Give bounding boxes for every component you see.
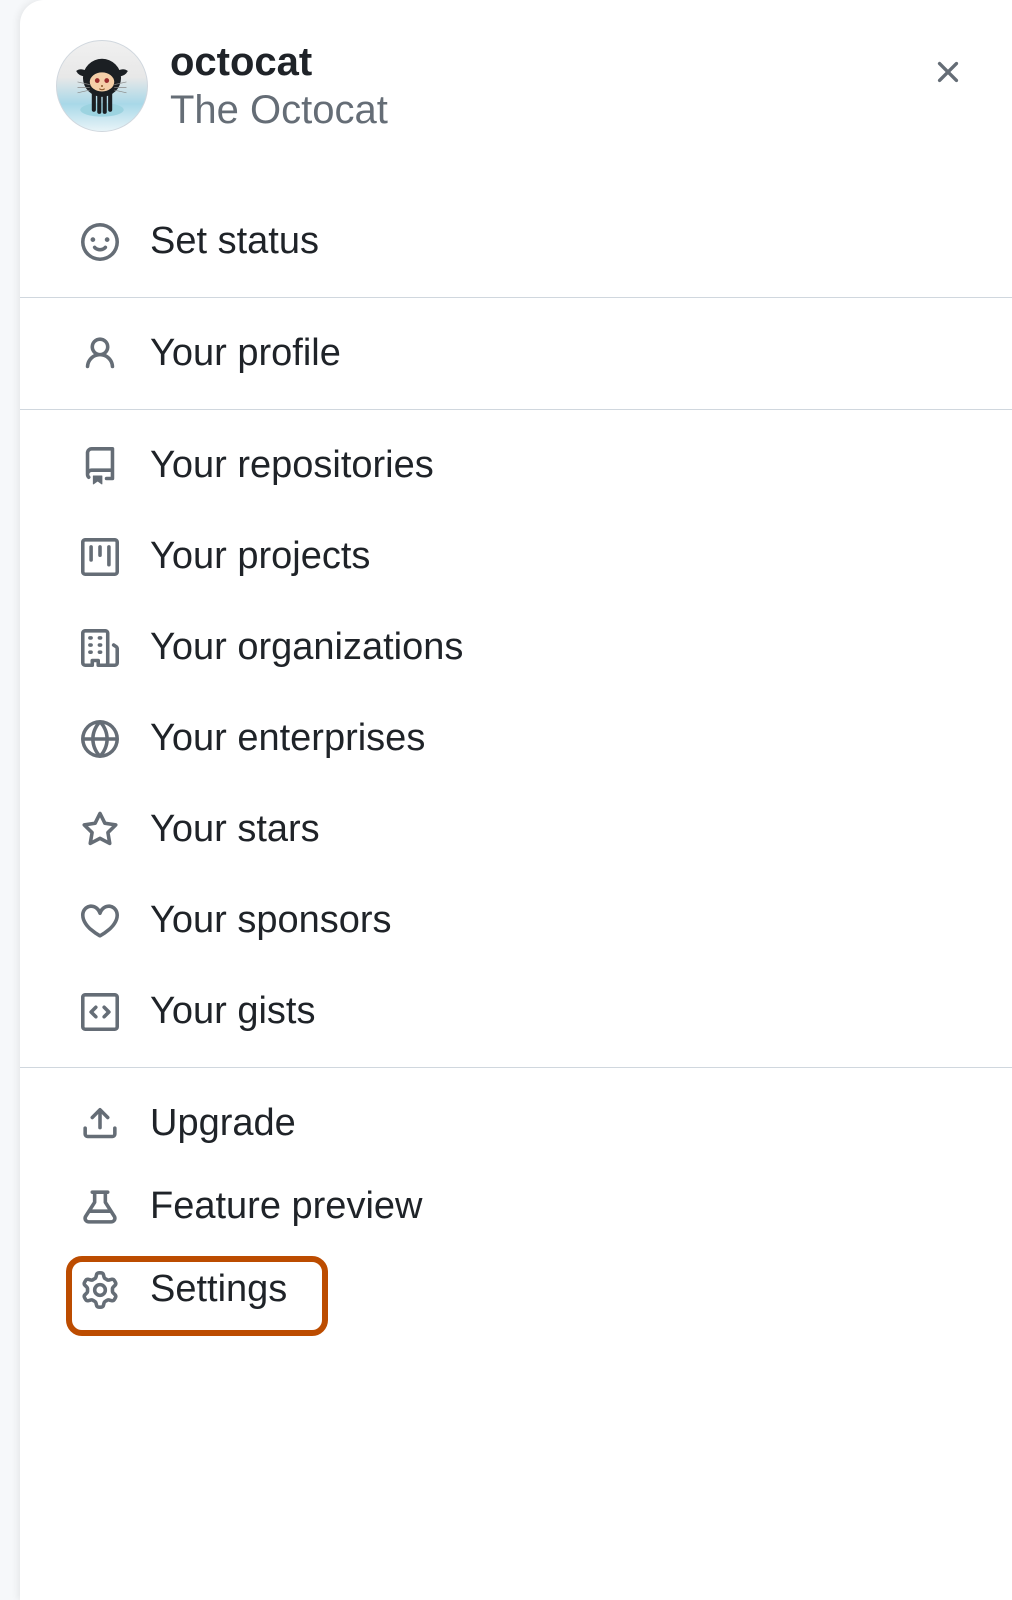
menu-label: Your organizations	[150, 626, 463, 669]
menu-item-upgrade[interactable]: Upgrade	[20, 1082, 1012, 1165]
menu-item-your-gists[interactable]: Your gists	[20, 966, 1012, 1057]
user-menu-panel: octocat The Octocat Set status Your prof…	[20, 0, 1012, 1600]
menu-item-your-organizations[interactable]: Your organizations	[20, 602, 1012, 693]
menu-item-your-profile[interactable]: Your profile	[20, 308, 1012, 399]
smiley-icon	[80, 222, 120, 262]
repo-icon	[80, 446, 120, 486]
beaker-icon	[80, 1187, 120, 1227]
menu-label: Settings	[150, 1268, 287, 1311]
code-square-icon	[80, 992, 120, 1032]
username: octocat	[170, 38, 388, 86]
menu-label: Set status	[150, 220, 319, 263]
menu-label: Your projects	[150, 535, 370, 578]
menu-item-your-projects[interactable]: Your projects	[20, 511, 1012, 602]
menu-label: Upgrade	[150, 1102, 296, 1145]
section-your-items: Your repositories Your projects Your org…	[20, 410, 1012, 1067]
project-icon	[80, 537, 120, 577]
close-icon	[930, 54, 966, 90]
gear-icon	[80, 1270, 120, 1310]
avatar[interactable]	[56, 40, 148, 132]
menu-label: Your profile	[150, 332, 341, 375]
globe-icon	[80, 719, 120, 759]
heart-icon	[80, 901, 120, 941]
user-info: octocat The Octocat	[170, 38, 388, 134]
menu-item-settings[interactable]: Settings	[20, 1248, 1012, 1331]
displayname: The Octocat	[170, 86, 388, 134]
menu-item-your-stars[interactable]: Your stars	[20, 784, 1012, 875]
menu-item-feature-preview[interactable]: Feature preview	[20, 1165, 1012, 1248]
menu-item-your-sponsors[interactable]: Your sponsors	[20, 875, 1012, 966]
person-icon	[80, 334, 120, 374]
menu-item-your-repositories[interactable]: Your repositories	[20, 420, 1012, 511]
menu-item-your-enterprises[interactable]: Your enterprises	[20, 693, 1012, 784]
menu-item-set-status[interactable]: Set status	[20, 196, 1012, 287]
menu-label: Your stars	[150, 808, 320, 851]
menu-label: Feature preview	[150, 1185, 422, 1228]
section-profile: Your profile	[20, 298, 1012, 409]
octocat-avatar-icon	[68, 52, 136, 120]
section-status: Set status	[20, 166, 1012, 297]
menu-label: Your enterprises	[150, 717, 425, 760]
organization-icon	[80, 628, 120, 668]
star-icon	[80, 810, 120, 850]
close-button[interactable]	[924, 48, 972, 96]
menu-label: Your repositories	[150, 444, 434, 487]
section-system: Upgrade Feature preview Settings	[20, 1068, 1012, 1341]
menu-label: Your gists	[150, 990, 315, 1033]
menu-header: octocat The Octocat	[20, 38, 1012, 166]
menu-label: Your sponsors	[150, 899, 392, 942]
upload-icon	[80, 1104, 120, 1144]
